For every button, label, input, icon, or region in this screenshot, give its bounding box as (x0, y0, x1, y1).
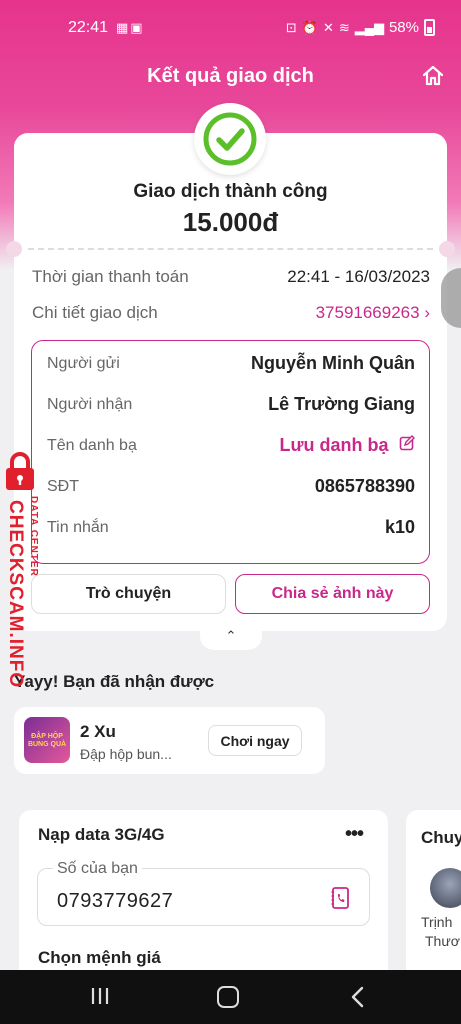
floating-side-handle[interactable] (441, 268, 461, 328)
back-icon[interactable] (348, 986, 368, 1008)
sender-row: Người gửi Nguyễn Minh Quân (47, 353, 415, 374)
watermark-main-text: CHECKSCAM.INFO (5, 500, 26, 689)
sender-value: Nguyễn Minh Quân (251, 353, 415, 373)
receiver-row: Người nhận Lê Trường Giang (47, 394, 415, 415)
message-row: Tin nhắn k10 (47, 517, 415, 538)
transaction-amount: 15.000đ (182, 207, 279, 237)
choose-amount-label: Chọn mệnh giá (38, 948, 161, 967)
avatar (430, 868, 461, 908)
phone-field-value: 0793779627 (57, 890, 174, 912)
reward-description: Đập hộp bun... (80, 746, 172, 762)
battery-text: 58% (388, 19, 419, 36)
phone-row: SĐT 0865788390 (47, 476, 415, 497)
share-image-button[interactable]: Chia sẻ ảnh này (235, 574, 430, 614)
recent-apps-icon[interactable] (90, 987, 110, 1005)
mute-icon: ✕ (322, 19, 334, 35)
home-nav-icon[interactable] (217, 986, 239, 1008)
watermark: CHECKSCAM.INFO DATA CENTER (0, 452, 48, 688)
collapse-toggle[interactable]: ⌃ (200, 628, 262, 650)
payment-time-value: 22:41 - 16/03/2023 (287, 267, 430, 286)
lock-icon (6, 452, 34, 490)
phone-value: 0865788390 (314, 476, 415, 496)
watermark-sub-text: DATA CENTER (28, 496, 39, 577)
reward-card[interactable]: ĐẬP HỘP BUNG QUÀ 2 Xu Đập hộp bun... Chơ… (14, 707, 325, 774)
contact-label: Tên danh bạ (47, 436, 137, 454)
success-title: Giao dịch thành công (133, 181, 328, 202)
phone-number-field[interactable]: Số của bạn 0793779627 (37, 860, 370, 926)
transfer-card-partial[interactable]: Chuy Trịnh Thươ (406, 810, 461, 980)
image-icon: ▣ (130, 20, 145, 35)
status-bar: 22:41 ▦▣ ⊡ ⏰ ✕ ≋ ▂▄▆ 58% (0, 0, 461, 56)
payment-time-row: Thời gian thanh toán 22:41 - 16/03/2023 (32, 267, 430, 287)
lock-icon: ⊡ (285, 19, 297, 35)
sender-label: Người gửi (47, 354, 120, 372)
phone-field-label: Số của bạn (53, 860, 142, 878)
transaction-detail-label: Chi tiết giao dịch (32, 303, 158, 322)
receipt-notch-right (439, 241, 455, 257)
transfer-card-title: Chuy (421, 828, 461, 847)
divider (28, 248, 433, 250)
contacts-icon[interactable] (331, 887, 349, 909)
receipt-notch-left (6, 241, 22, 257)
notification-icons: ▦▣ (116, 20, 145, 36)
data-topup-title: Nạp data 3G/4G (38, 825, 165, 844)
contact-row: Tên danh bạ Lưu danh bạ (47, 435, 415, 456)
status-time: 22:41 (68, 19, 109, 36)
transaction-id: 37591669263 (315, 303, 420, 322)
check-icon (203, 112, 257, 166)
message-label: Tin nhắn (47, 518, 109, 536)
home-icon[interactable] (421, 64, 445, 88)
battery-icon (424, 19, 435, 36)
success-badge (194, 103, 266, 175)
header: Kết quả giao dịch (0, 56, 461, 100)
mo-icon: ▦ (116, 20, 131, 35)
more-icon[interactable]: ••• (345, 823, 364, 846)
play-now-button[interactable]: Chơi ngay (208, 725, 302, 756)
chevron-right-icon: › (424, 303, 430, 322)
reward-image-text: ĐẬP HỘP BUNG QUÀ (27, 733, 67, 748)
status-right: ⊡ ⏰ ✕ ≋ ▂▄▆ 58% (286, 19, 435, 36)
reward-count: 2 Xu (80, 722, 116, 741)
signal-icon: ▂▄▆ (354, 19, 384, 35)
edit-icon (399, 435, 415, 451)
alarm-icon: ⏰ (301, 19, 318, 35)
chevron-up-icon: ⌃ (225, 628, 237, 643)
transaction-details-box: Người gửi Nguyễn Minh Quân Người nhận Lê… (31, 340, 430, 564)
payment-time-label: Thời gian thanh toán (32, 267, 189, 286)
save-contact-link[interactable]: Lưu danh bạ (280, 435, 415, 456)
data-topup-card: Nạp data 3G/4G ••• Số của bạn 0793779627… (19, 810, 388, 980)
message-value: k10 (384, 517, 415, 537)
system-nav-bar (0, 970, 461, 1024)
receiver-label: Người nhận (47, 395, 133, 413)
transaction-id-link[interactable]: 37591669263 › (316, 303, 430, 323)
wifi-icon: ≋ (338, 19, 350, 35)
transaction-detail-row[interactable]: Chi tiết giao dịch 37591669263 › (32, 303, 430, 323)
page-title: Kết quả giao dịch (147, 65, 314, 87)
contact-name-line1: Trịnh (421, 914, 453, 930)
receiver-value: Lê Trường Giang (268, 394, 415, 414)
phone-label: SĐT (47, 477, 79, 495)
reward-image: ĐẬP HỘP BUNG QUÀ (24, 717, 70, 763)
contact-name-line2: Thươ (425, 933, 460, 949)
chat-button[interactable]: Trò chuyện (31, 574, 226, 614)
save-contact-label: Lưu danh bạ (279, 435, 389, 455)
